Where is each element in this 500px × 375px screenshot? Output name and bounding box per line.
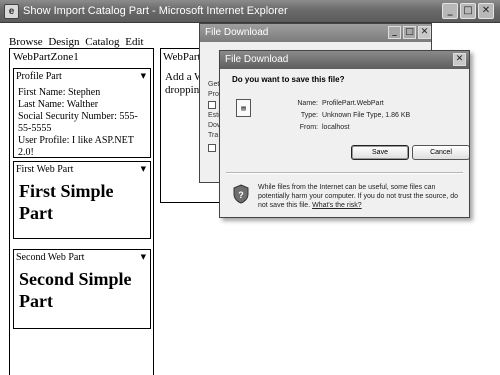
- part-title[interactable]: Second Web Part: [16, 252, 84, 263]
- mode-link-edit[interactable]: Edit: [125, 36, 143, 48]
- minimize-button[interactable]: _: [442, 3, 458, 19]
- from-value: localhost: [322, 124, 350, 131]
- name-label: Name:: [297, 100, 318, 107]
- cancel-button[interactable]: Cancel: [412, 145, 469, 160]
- name-value: ProfilePart.WebPart: [322, 100, 384, 107]
- file-icon: ▤: [236, 99, 251, 117]
- save-button[interactable]: Save: [351, 145, 409, 160]
- part-menu-arrow-icon[interactable]: ▼: [141, 253, 146, 261]
- part-menu-arrow-icon[interactable]: ▼: [141, 72, 146, 80]
- part-body-text: Second Simple Part: [19, 269, 132, 311]
- save-question: Do you want to save this file?: [232, 75, 345, 84]
- profile-user-profile: User Profile: I like ASP.NET 2.0!: [18, 135, 134, 158]
- dialog-titlebar: File Download: [220, 51, 469, 69]
- window-title: Show Import Catalog Part - Microsoft Int…: [23, 5, 288, 17]
- dialog-close-button[interactable]: ✕: [418, 26, 431, 39]
- whats-the-risk-link[interactable]: What's the risk?: [312, 202, 362, 209]
- second-web-part: Second Web Part ▼ Second Simple Part: [13, 249, 151, 329]
- mode-link-browse[interactable]: Browse: [9, 36, 43, 48]
- web-part-zone-1: WebPartZone1 Profile Part ▼ First Name: …: [9, 48, 154, 375]
- type-value: Unknown File Type, 1.86 KB: [322, 112, 411, 119]
- from-label: From:: [299, 124, 318, 131]
- close-button[interactable]: ✕: [478, 3, 494, 19]
- display-mode-menu: Browse Design Catalog Edit: [9, 36, 144, 48]
- svg-text:?: ?: [238, 190, 244, 200]
- maximize-button[interactable]: □: [460, 3, 476, 19]
- back-dialog-text: Get: [208, 81, 220, 88]
- part-title[interactable]: First Web Part: [16, 164, 73, 175]
- mode-link-design[interactable]: Design: [48, 36, 79, 48]
- back-dialog-checkbox: [208, 101, 216, 109]
- part-body-text: First Simple Part: [19, 181, 114, 223]
- dialog-maximize-icon: □: [403, 26, 416, 39]
- file-download-dialog: File Download ✕ Do you want to save this…: [219, 50, 470, 218]
- dialog-divider: [226, 172, 463, 174]
- mode-link-catalog[interactable]: Catalog: [85, 36, 119, 48]
- profile-details: First Name: Stephen Last Name: Walther S…: [18, 87, 147, 159]
- part-title[interactable]: Profile Part: [16, 71, 62, 82]
- part-menu-arrow-icon[interactable]: ▼: [141, 165, 146, 173]
- security-shield-icon: ?: [233, 184, 249, 204]
- profile-last-name: Last Name: Walther: [18, 99, 99, 110]
- back-dialog-text: Esti: [208, 112, 220, 119]
- dialog-minimize-icon: _: [388, 26, 401, 39]
- ie-page-icon: e: [4, 4, 19, 19]
- type-label: Type:: [300, 112, 318, 119]
- dialog-close-button[interactable]: ✕: [453, 53, 466, 66]
- window-titlebar: e Show Import Catalog Part - Microsoft I…: [0, 0, 500, 23]
- security-warning: While files from the Internet can be use…: [258, 183, 463, 210]
- profile-first-name: First Name: Stephen: [18, 87, 101, 98]
- back-dialog-text: Pro: [208, 91, 219, 98]
- zone-title: WebPartZone1: [13, 51, 79, 63]
- profile-part: Profile Part ▼ First Name: Stephen Last …: [13, 68, 151, 158]
- first-web-part: First Web Part ▼ First Simple Part: [13, 161, 151, 239]
- back-dialog-checkbox: [208, 144, 216, 152]
- profile-ssn: Social Security Number: 555-55-5555: [18, 111, 138, 134]
- back-dialog-text: Tra: [208, 132, 219, 139]
